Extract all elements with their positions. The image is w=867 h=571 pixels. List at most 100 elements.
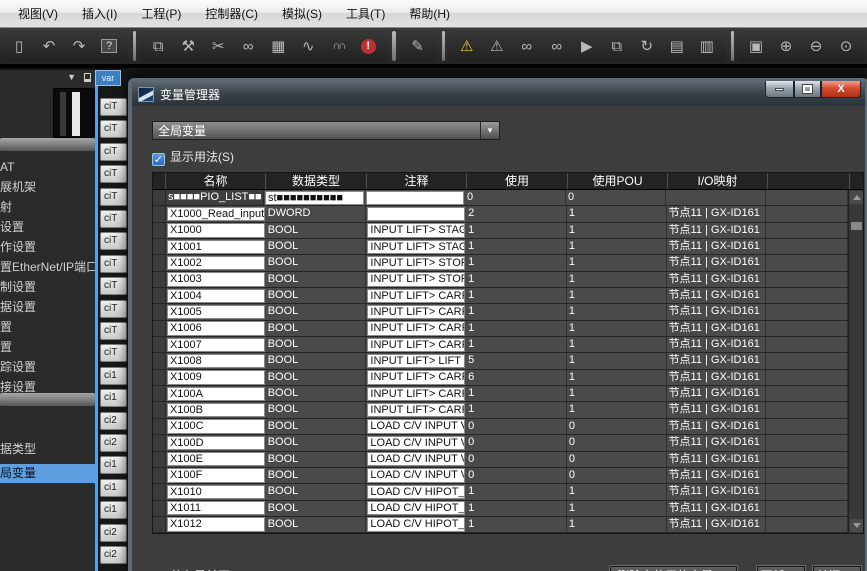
search-icon[interactable]: ∩∩ (323, 33, 353, 59)
zoom-in-icon[interactable]: ⊕ (771, 33, 801, 59)
redo-icon[interactable]: ↷ (64, 33, 94, 59)
close-window-button[interactable]: X (821, 81, 861, 98)
chevron-down-icon[interactable]: ▼ (67, 72, 76, 82)
menu-item[interactable]: 模拟(S) (270, 1, 334, 26)
sidebar-item[interactable]: 据类型 (0, 440, 95, 459)
sidebar-item[interactable]: 置 (0, 338, 95, 357)
usage-count-cell: 0 (466, 452, 567, 467)
scroll-up-button[interactable] (850, 191, 863, 204)
zoom-100-icon[interactable]: ⊙ (831, 33, 861, 59)
sidebar-item[interactable]: 设置 (0, 218, 95, 237)
variable-editor-tab[interactable]: var (95, 70, 121, 86)
table-row[interactable]: X1010BOOLLOAD C/V HIPOT_11节点11 | GX-ID16… (153, 484, 848, 500)
undo-icon[interactable]: ↶ (34, 33, 64, 59)
table-row[interactable]: X100BBOOLINPUT LIFT> CARR11节点11 | GX-ID1… (153, 402, 848, 418)
online-icon[interactable]: ⚠ (452, 33, 482, 59)
delete-icon[interactable]: ▯ (4, 33, 34, 59)
table-row[interactable]: X1000BOOLINPUT LIFT> STAG11节点11 | GX-ID1… (153, 223, 848, 239)
menu-item[interactable]: 工具(T) (334, 1, 397, 26)
sidebar-item[interactable]: 置 (0, 318, 95, 337)
sidebar-item[interactable]: 作设置 (0, 238, 95, 257)
column-header[interactable]: 使用POU (568, 173, 668, 189)
sidebar-item[interactable]: 射 (0, 198, 95, 217)
sidebar-item[interactable]: 据设置 (0, 298, 95, 317)
scrollbar-thumb[interactable] (851, 222, 862, 230)
variable-name-cell: X1001 (167, 240, 265, 254)
build-icon[interactable]: ⚒ (173, 33, 203, 59)
table-row[interactable]: X1011BOOLLOAD C/V HIPOT_11节点11 | GX-ID16… (153, 501, 848, 517)
column-header[interactable]: 名称 (166, 173, 266, 189)
cut-icon[interactable]: ✂ (203, 33, 233, 59)
column-header[interactable] (153, 173, 166, 189)
table-row[interactable]: s■■■■PIO_LIST■■st■■■■■■■■■■00 (153, 190, 848, 206)
table-row[interactable]: X1005BOOLINPUT LIFT> CARR11节点11 | GX-ID1… (153, 304, 848, 320)
table-row[interactable]: X100DBOOLLOAD C/V INPUT V00节点11 | GX-ID1… (153, 435, 848, 451)
menu-item[interactable]: 控制器(C) (193, 1, 270, 26)
dropdown-arrow-icon[interactable] (480, 122, 499, 139)
table-row[interactable]: X1000_Read_inputDWORD21节点11 | GX-ID161 (153, 206, 848, 222)
sidebar-item-selected[interactable]: 局变量 (0, 464, 95, 483)
table-row[interactable]: X1002BOOLINPUT LIFT> STOP11节点11 | GX-ID1… (153, 255, 848, 271)
menu-item[interactable]: 视图(V) (6, 1, 70, 26)
window-icon[interactable]: ⧉ (143, 33, 173, 59)
monitor-on-icon[interactable]: ∞ (512, 33, 542, 59)
sync-icon[interactable]: ↻ (632, 33, 662, 59)
error-list-icon[interactable]: ! (353, 33, 383, 59)
variable-scope-dropdown[interactable]: 全局变量 (152, 121, 500, 140)
watch-wave-icon[interactable]: ∿ (293, 33, 323, 59)
vertical-scrollbar[interactable] (848, 190, 863, 533)
delete-unused-variables-button[interactable]: 删除未使用的变量(D) (610, 566, 737, 571)
column-header[interactable] (768, 173, 850, 189)
upload-icon[interactable]: ▥ (692, 33, 722, 59)
table-row[interactable]: X100EBOOLLOAD C/V INPUT V00节点11 | GX-ID1… (153, 452, 848, 468)
column-header[interactable]: 注释 (367, 173, 467, 189)
table-row[interactable]: X100CBOOLLOAD C/V INPUT V00节点11 | GX-ID1… (153, 419, 848, 435)
sidebar-item[interactable]: 置EtherNet/IP端口 (0, 258, 95, 277)
table-row[interactable]: X100FBOOLLOAD C/V INPUT V00节点11 | GX-ID1… (153, 468, 848, 484)
table-row[interactable]: X1008BOOLINPUT LIFT> LIFT (51节点11 | GX-I… (153, 353, 848, 369)
table-row[interactable]: X1003BOOLINPUT LIFT> STOP11节点11 | GX-ID1… (153, 272, 848, 288)
table-row[interactable]: X1006BOOLINPUT LIFT> CARR11节点11 | GX-ID1… (153, 321, 848, 337)
usage-pou-cell: 1 (567, 517, 667, 532)
run-icon[interactable]: ▶ (572, 33, 602, 59)
scroll-down-button[interactable] (850, 519, 863, 532)
table-row[interactable]: X1009BOOLINPUT LIFT> CARR61节点11 | GX-ID1… (153, 370, 848, 386)
table-row[interactable]: X1007BOOLINPUT LIFT> CARR11节点11 | GX-ID1… (153, 337, 848, 353)
sidebar-item[interactable]: 制设置 (0, 278, 95, 297)
close-button[interactable]: 关闭(C) (813, 566, 861, 571)
help-icon[interactable]: ? (94, 33, 124, 59)
show-usage-checkbox[interactable]: 显示用法(S) (152, 148, 234, 166)
usage-pou-cell: 1 (567, 337, 667, 352)
always-on-top-checkbox[interactable]: 总在最前面(A) (152, 567, 246, 571)
table-row[interactable]: X1012BOOLLOAD C/V HIPOT_11节点11 | GX-ID16… (153, 517, 848, 533)
usage-pou-cell: 0 (567, 468, 667, 483)
table-row[interactable]: X1001BOOLINPUT LIFT> STAG11节点11 | GX-ID1… (153, 239, 848, 255)
minimize-button[interactable] (765, 81, 794, 98)
menu-item[interactable]: 插入(I) (70, 1, 129, 26)
sidebar-item[interactable]: 踪设置 (0, 358, 95, 377)
fit-screen-icon[interactable]: ▣ (741, 33, 771, 59)
edit-tool-icon[interactable]: ✎ (403, 33, 433, 59)
dialog-title-bar[interactable]: 变量管理器 X (132, 82, 865, 106)
maximize-button[interactable] (794, 81, 821, 98)
download-icon[interactable]: ▤ (662, 33, 692, 59)
table-row[interactable]: X1004BOOLINPUT LIFT> CARR11节点11 | GX-ID1… (153, 288, 848, 304)
column-header[interactable]: 使用 (467, 173, 568, 189)
checkbox-checked-icon[interactable] (152, 153, 165, 166)
sidebar-item[interactable]: 展机架 (0, 178, 95, 197)
menu-item[interactable]: 工程(P) (129, 1, 193, 26)
offline-icon[interactable]: ⚠ (482, 33, 512, 59)
zoom-out-icon[interactable]: ⊖ (801, 33, 831, 59)
watch-table-icon[interactable]: ▦ (263, 33, 293, 59)
run-all-icon[interactable]: ⧉ (602, 33, 632, 59)
data-type-cell: BOOL (266, 419, 367, 434)
pin-icon[interactable] (84, 73, 91, 82)
monitor-off-icon[interactable]: ∞ (542, 33, 572, 59)
column-header[interactable]: 数据类型 (266, 173, 367, 189)
column-header[interactable]: I/O映射 (668, 173, 768, 189)
sidebar-item[interactable]: AT (0, 158, 95, 177)
menu-item[interactable]: 帮助(H) (397, 1, 462, 26)
update-button[interactable]: 更新(U) (757, 566, 805, 571)
table-row[interactable]: X100ABOOLINPUT LIFT> CARR11节点11 | GX-ID1… (153, 386, 848, 402)
watch-window-icon[interactable]: ∞ (233, 33, 263, 59)
